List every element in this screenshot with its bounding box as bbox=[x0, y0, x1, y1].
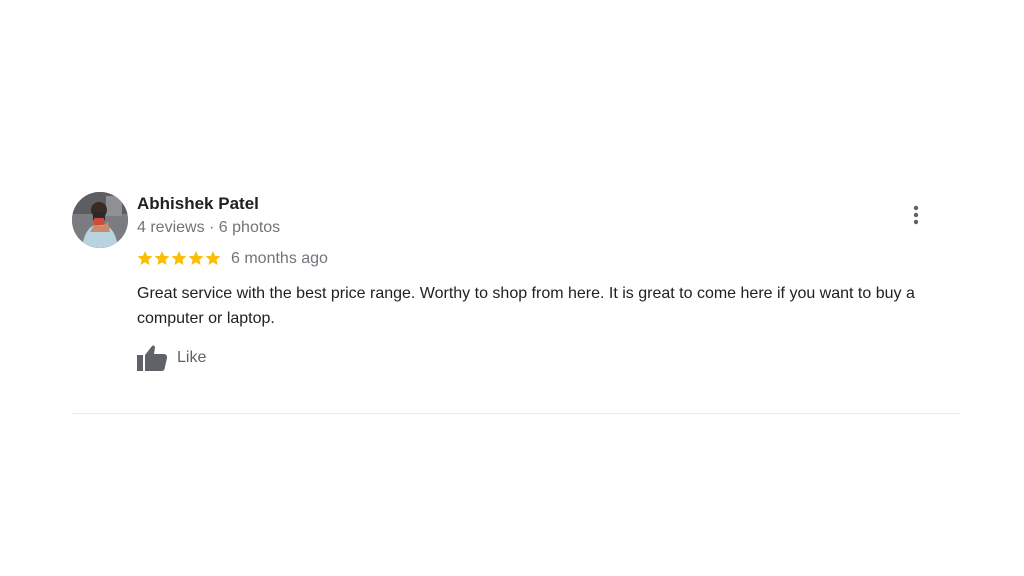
star-icon bbox=[171, 251, 187, 265]
profile-photo-icon bbox=[72, 192, 128, 248]
star-icon bbox=[154, 251, 170, 265]
star-icon bbox=[137, 251, 153, 265]
star-rating bbox=[137, 250, 221, 266]
author-name[interactable]: Abhishek Patel bbox=[137, 194, 259, 214]
review-date: 6 months ago bbox=[231, 250, 328, 267]
star-icon bbox=[188, 251, 204, 265]
rating-row: 6 months ago bbox=[137, 247, 328, 269]
like-label: Like bbox=[177, 349, 207, 366]
like-button[interactable]: Like bbox=[136, 343, 206, 373]
more-vert-icon bbox=[913, 205, 919, 225]
avatar[interactable] bbox=[72, 192, 128, 248]
review-text: Great service with the best price range.… bbox=[137, 285, 915, 327]
star-icon bbox=[205, 251, 221, 265]
divider bbox=[72, 413, 960, 414]
thumbs-up-icon bbox=[137, 345, 168, 371]
author-meta[interactable]: 4 reviews · 6 photos bbox=[137, 218, 280, 238]
more-options-button[interactable] bbox=[904, 202, 928, 228]
